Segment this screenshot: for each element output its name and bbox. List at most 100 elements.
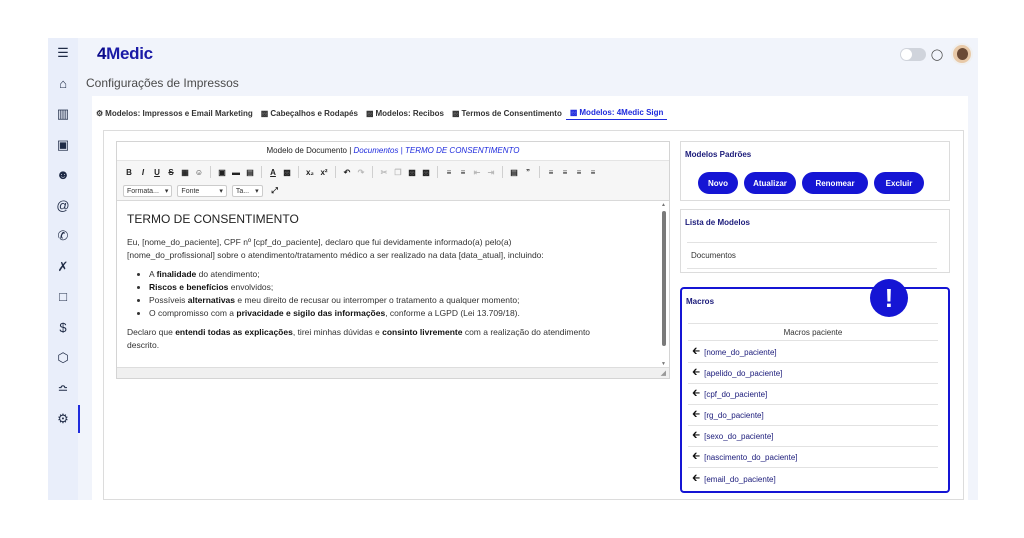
numbered-list-icon[interactable]: ≡ bbox=[443, 166, 455, 178]
bold-icon[interactable]: B bbox=[123, 166, 135, 178]
document-paragraph: Eu, [nome_do_paciente], CPF nº [cpf_do_p… bbox=[127, 236, 651, 262]
scroll-up-icon[interactable]: ▲ bbox=[661, 202, 666, 208]
macro-label: [apelido_do_paciente] bbox=[704, 369, 783, 378]
theme-toggle[interactable] bbox=[900, 48, 926, 61]
quote-icon[interactable]: ” bbox=[522, 166, 534, 178]
arrow-left-icon: 🡰 bbox=[692, 472, 701, 484]
list-item: Riscos e benefícios envolvidos; bbox=[149, 281, 651, 294]
tab-label: Termos de Consentimento bbox=[461, 108, 562, 118]
tab-cabecalhos[interactable]: ▩ Cabeçalhos e Rodapés bbox=[257, 106, 362, 120]
subscript-icon[interactable]: x₂ bbox=[304, 166, 316, 178]
toolbar-separator bbox=[210, 166, 211, 178]
tab-label: Modelos: Recibos bbox=[375, 108, 444, 118]
macro-item[interactable]: 🡰 [apelido_do_paciente] bbox=[688, 364, 938, 384]
list-item[interactable]: Documentos bbox=[687, 242, 937, 269]
phone-icon[interactable]: ✆ bbox=[54, 227, 72, 245]
home-icon[interactable]: ⌂ bbox=[54, 75, 72, 93]
macro-item[interactable]: 🡰 [cpf_do_paciente] bbox=[688, 385, 938, 405]
shuffle-icon[interactable]: ✗ bbox=[54, 258, 72, 276]
strikethrough-icon[interactable]: S bbox=[165, 166, 177, 178]
calendar-icon[interactable]: ▥ bbox=[54, 105, 72, 123]
main-content: ⚙ Modelos: Impressos e Email Marketing ▩ C… bbox=[92, 96, 968, 500]
macro-label: [nascimento_do_paciente] bbox=[704, 453, 798, 462]
app-window: ☰ ⌂ ▥ ▣ ☻ @ ✆ ✗ □ $ ⬡ ≏ ⚙ 4Medic ◯ ? Con… bbox=[48, 38, 978, 500]
user-avatar[interactable] bbox=[951, 43, 973, 65]
italic-icon[interactable]: I bbox=[137, 166, 149, 178]
macro-item[interactable]: 🡰 [email_do_paciente] bbox=[688, 469, 938, 489]
tab-termos[interactable]: ▩ Termos de Consentimento bbox=[448, 106, 566, 120]
macro-item[interactable]: 🡰 [nome_do_paciente] bbox=[688, 343, 938, 363]
chevron-down-icon: ▾ bbox=[219, 188, 223, 195]
rename-button[interactable]: Renomear bbox=[802, 172, 868, 194]
font-select[interactable]: Fonte ▾ bbox=[177, 185, 227, 197]
text-line: Eu, [nome_do_paciente], CPF nº [cpf_do_p… bbox=[127, 237, 512, 247]
scroll-thumb[interactable] bbox=[662, 211, 666, 346]
inbox-icon[interactable]: ▣ bbox=[54, 136, 72, 154]
align-center-icon[interactable]: ≡ bbox=[559, 166, 571, 178]
paste-text-icon[interactable]: ▩ bbox=[420, 166, 432, 178]
toolbar-row-2: Formata... ▾ Fonte ▾ Ta... ▾ ⤢ bbox=[123, 183, 281, 199]
redo-icon[interactable]: ↷ bbox=[355, 166, 367, 178]
cut-icon[interactable]: ✂ bbox=[378, 166, 390, 178]
help-circle-icon[interactable] bbox=[938, 47, 952, 61]
image-icon[interactable]: ▣ bbox=[216, 166, 228, 178]
bg-color-icon[interactable]: ▩ bbox=[281, 166, 293, 178]
macro-item[interactable]: 🡰 [nascimento_do_paciente] bbox=[688, 448, 938, 468]
tab-impressos-email[interactable]: ⚙ Modelos: Impressos e Email Marketing bbox=[92, 106, 257, 120]
format-select[interactable]: Formata... ▾ bbox=[123, 185, 173, 197]
underline-icon[interactable]: U bbox=[151, 166, 163, 178]
document-icon: ▩ bbox=[451, 108, 460, 118]
indent-icon[interactable]: ⇥ bbox=[485, 166, 497, 178]
tab-label: Modelos: 4Medic Sign bbox=[579, 108, 664, 117]
arrow-left-icon: 🡰 bbox=[692, 346, 701, 357]
table-icon[interactable]: ▦ bbox=[179, 166, 191, 178]
new-button[interactable]: Novo bbox=[698, 172, 738, 194]
editor-scrollbar[interactable]: ▲ ▼ bbox=[660, 202, 668, 367]
copy-icon[interactable]: ❐ bbox=[392, 166, 404, 178]
at-icon[interactable]: @ bbox=[54, 197, 72, 215]
macro-item[interactable]: 🡰 [rg_do_paciente] bbox=[688, 406, 938, 426]
app-logo[interactable]: 4Medic bbox=[97, 44, 153, 64]
emoji-icon[interactable]: ☺ bbox=[193, 166, 205, 178]
undo-icon[interactable]: ↶ bbox=[341, 166, 353, 178]
page-break-icon[interactable]: ▤ bbox=[244, 166, 256, 178]
dollar-icon[interactable]: $ bbox=[54, 319, 72, 337]
user-icon[interactable]: ☻ bbox=[54, 166, 72, 184]
macro-label: [email_do_paciente] bbox=[704, 474, 776, 484]
text-line: [nome_do_profissional] sobre o atendimen… bbox=[127, 250, 544, 260]
tab-icon: ⚙ bbox=[96, 108, 104, 118]
align-right-icon[interactable]: ≡ bbox=[573, 166, 585, 178]
tab-4medic-sign[interactable]: ▩ Modelos: 4Medic Sign bbox=[565, 106, 668, 120]
toolbar-row-1: B I U S ▦ ☺ ▣ ▬ ▤ A ▩ x₂ x² ↶ ↷ ✂ ❐ ▩ ▩ … bbox=[123, 164, 599, 180]
superscript-icon[interactable]: x² bbox=[318, 166, 330, 178]
tab-recibos[interactable]: ▩ Modelos: Recibos bbox=[362, 106, 448, 120]
clipboard-icon[interactable]: □ bbox=[54, 288, 72, 306]
tab-label: Modelos: Impressos e Email Marketing bbox=[105, 108, 253, 118]
bullet-list-icon[interactable]: ≡ bbox=[457, 166, 469, 178]
align-justify-icon[interactable]: ≡ bbox=[587, 166, 599, 178]
menu-icon[interactable]: ☰ bbox=[54, 44, 72, 62]
update-button[interactable]: Atualizar bbox=[744, 172, 796, 194]
box-icon[interactable]: ⬡ bbox=[54, 349, 72, 367]
editor-breadcrumb: Documentos | TERMO DE CONSENTIMENTO bbox=[353, 146, 520, 155]
settings-gear-icon[interactable]: ⚙ bbox=[54, 410, 72, 428]
tab-label: Cabeçalhos e Rodapés bbox=[270, 108, 358, 118]
box-title: Macros bbox=[686, 297, 715, 306]
text-color-icon[interactable]: A bbox=[267, 166, 279, 178]
size-select[interactable]: Ta... ▾ bbox=[231, 185, 263, 197]
document-body[interactable]: TERMO DE CONSENTIMENTO Eu, [nome_do_paci… bbox=[117, 202, 661, 368]
toolbar-separator bbox=[372, 166, 373, 178]
align-left-icon[interactable]: ≡ bbox=[545, 166, 557, 178]
hr-icon[interactable]: ▬ bbox=[230, 166, 242, 178]
chart-icon[interactable]: ≏ bbox=[54, 380, 72, 398]
document-title: TERMO DE CONSENTIMENTO bbox=[127, 212, 299, 226]
resize-grip-icon[interactable]: ◢ bbox=[661, 369, 666, 377]
delete-button[interactable]: Excluir bbox=[874, 172, 924, 194]
macro-item[interactable]: 🡰 [sexo_do_paciente] bbox=[688, 427, 938, 447]
outdent-icon[interactable]: ⇤ bbox=[471, 166, 483, 178]
paste-icon[interactable]: ▩ bbox=[406, 166, 418, 178]
toolbar-separator bbox=[502, 166, 503, 178]
block-icon[interactable]: ▤ bbox=[508, 166, 520, 178]
document-editor: Modelo de Documento | Documentos | TERMO… bbox=[116, 141, 670, 379]
maximize-icon[interactable]: ⤢ bbox=[269, 185, 281, 197]
